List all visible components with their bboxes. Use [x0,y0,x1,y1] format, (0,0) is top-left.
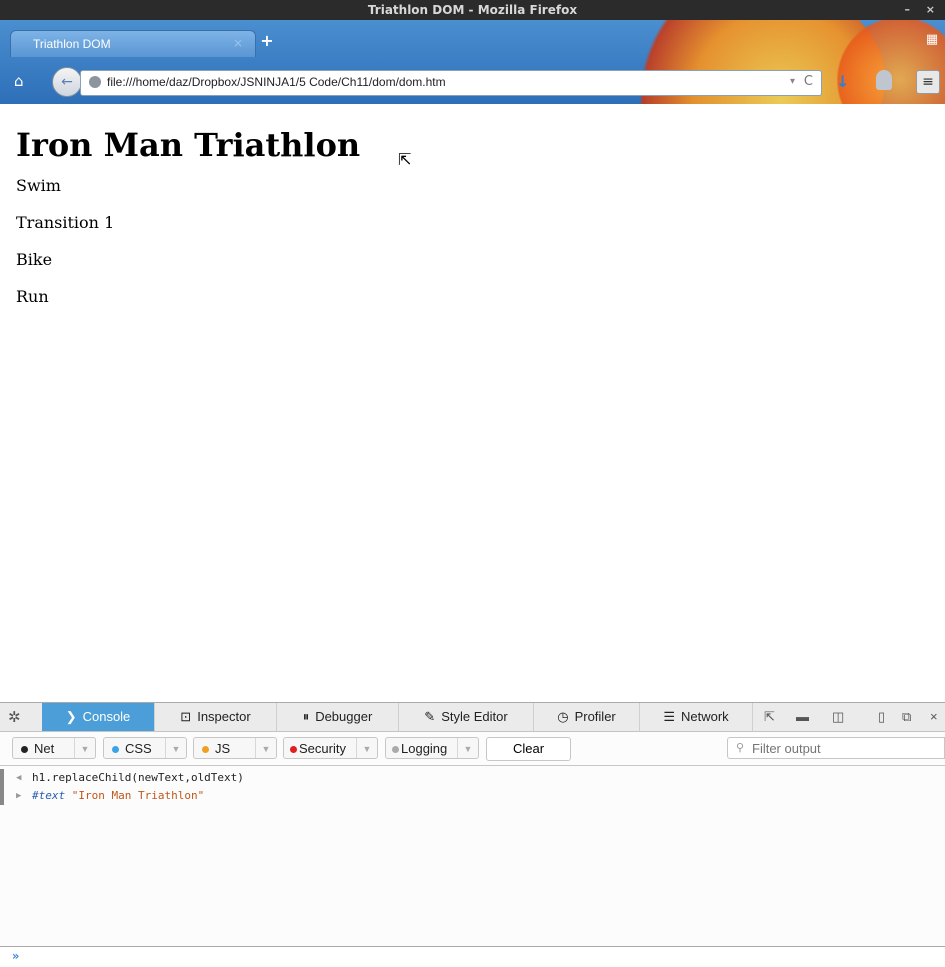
filter-js-button[interactable]: JS ▼ [193,737,277,759]
download-icon[interactable]: ↓ [836,72,849,91]
window-title-bar: Triathlon DOM - Mozilla Firefox – × [0,0,945,20]
undock-icon[interactable]: ⧉ [902,703,911,731]
devtools-panel: ✲ ❯ Console ⊡ Inspector ⏸ Debugger ✎ Style E… [0,702,945,967]
filter-output-input[interactable] [750,740,934,757]
filter-css-button[interactable]: CSS ▼ [103,737,187,759]
network-icon: ☰ [663,709,675,724]
pick-element-icon[interactable]: ⇱ [764,703,775,731]
js-dot-icon [202,746,209,754]
output-value[interactable]: "Iron Man Triathlon" [72,789,204,802]
tab-title: Triathlon DOM [33,37,111,51]
chevron-down-icon[interactable]: ▼ [165,738,186,758]
css-dot-icon [112,746,119,754]
dock-side-icon[interactable]: ▯ [878,703,885,731]
console-icon: ❯ [65,709,77,724]
site-identity-icon[interactable] [89,76,101,88]
new-tab-icon[interactable]: + [258,32,276,50]
debugger-icon: ⏸ [302,709,310,724]
input-arrow-icon: ◀ [16,773,22,783]
browser-chrome: Triathlon DOM × + ▦ ⌂ ← file:///home/daz… [0,20,945,104]
tab-debugger[interactable]: ⏸ Debugger [277,703,399,731]
chevron-down-icon[interactable]: ▼ [356,738,377,758]
clear-button[interactable]: Clear [486,737,571,761]
addon-ghost-icon[interactable] [876,70,892,90]
gear-icon[interactable]: ✲ [8,708,21,726]
page-content: Iron Man Triathlon Swim Transition 1 Bik… [16,108,936,324]
chevron-down-icon[interactable]: ▼ [457,738,478,758]
tab-inspector[interactable]: ⊡ Inspector [155,703,277,731]
logging-dot-icon [392,746,399,754]
tab-console[interactable]: ❯ Console [42,703,155,731]
tab-style-editor[interactable]: ✎ Style Editor [399,703,534,731]
tab-network[interactable]: ☰ Network [640,703,753,731]
home-icon[interactable]: ⌂ [14,72,24,90]
url-text[interactable]: file:///home/daz/Dropbox/JSNINJA1/5 Code… [107,75,446,89]
console-output: ◀ h1.replaceChild(newText,oldText) ▶ #te… [0,767,945,947]
menu-icon[interactable]: ≡ [916,70,940,94]
reload-icon[interactable]: C [804,74,813,89]
chevron-down-icon[interactable]: ▼ [255,738,276,758]
console-prompt-icon: » [12,949,20,963]
list-item: Bike [16,250,53,269]
mouse-cursor-icon: ⇱ [398,150,412,169]
page-heading: Iron Man Triathlon [16,126,361,164]
list-item: Run [16,287,49,306]
tab-profiler[interactable]: ◷ Profiler [534,703,640,731]
security-dot-icon [290,746,297,754]
net-dot-icon [21,746,28,754]
search-icon: ⚲ [736,742,745,754]
chevron-down-icon[interactable]: ▼ [74,738,95,758]
split-console-icon[interactable]: ▬ [796,703,809,731]
output-type: #text [32,789,66,802]
profiler-icon: ◷ [557,709,569,724]
list-item: Transition 1 [16,213,115,232]
tab-groups-icon[interactable]: ▦ [923,32,941,50]
url-bar[interactable]: file:///home/daz/Dropbox/JSNINJA1/5 Code… [80,70,822,96]
navigation-bar: ⌂ ← file:///home/daz/Dropbox/JSNINJA1/5 … [0,58,945,102]
filter-output-field[interactable]: ⚲ [727,737,945,759]
console-gutter-marker [0,787,4,805]
filter-security-button[interactable]: Security ▼ [283,737,378,759]
browser-tab[interactable]: Triathlon DOM × [10,30,256,57]
devtools-toolbar: ✲ ❯ Console ⊡ Inspector ⏸ Debugger ✎ Style E… [0,703,945,732]
filter-net-button[interactable]: Net ▼ [12,737,96,759]
responsive-mode-icon[interactable]: ◫ [832,703,844,731]
window-controls[interactable]: – × [904,0,941,20]
expand-arrow-icon[interactable]: ▶ [16,787,21,805]
console-gutter-marker [0,769,4,787]
style-editor-icon: ✎ [424,709,436,724]
close-icon[interactable]: × [930,703,938,731]
inspector-icon: ⊡ [180,709,192,724]
url-dropdown-icon[interactable]: ▾ [790,76,795,87]
window-title: Triathlon DOM - Mozilla Firefox [367,3,578,17]
console-filter-bar: Net ▼ CSS ▼ JS ▼ Security ▼ Logging ▼ Cl… [0,733,945,766]
back-button[interactable]: ← [52,67,82,97]
tab-close-icon[interactable]: × [233,36,243,50]
list-item: Swim [16,176,61,195]
filter-logging-button[interactable]: Logging ▼ [385,737,479,759]
console-input-line-editor[interactable]: » [0,946,945,967]
